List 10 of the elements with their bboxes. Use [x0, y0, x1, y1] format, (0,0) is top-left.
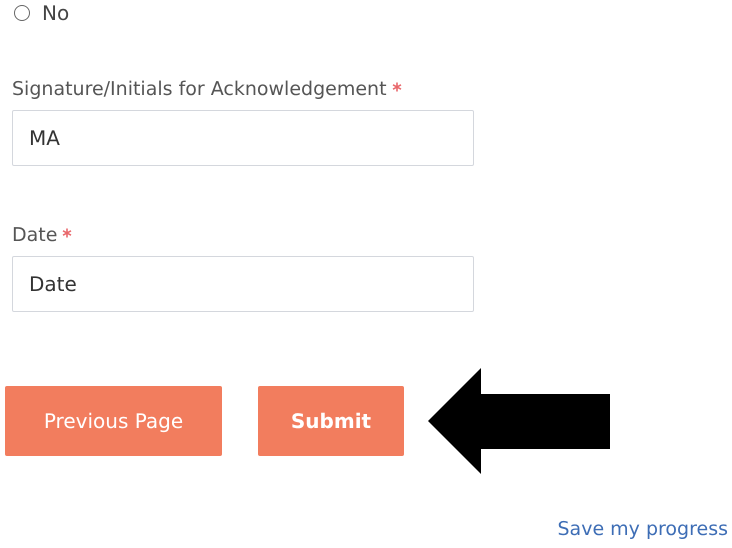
form-button[interactable]: Previous Page	[5, 386, 222, 456]
radio-button[interactable]	[14, 5, 30, 21]
field-label: Signature/Initials for Acknowledgement	[12, 78, 387, 100]
form-button[interactable]: Submit	[258, 386, 404, 456]
input-field[interactable]: MA	[12, 110, 474, 166]
field-label: Date	[12, 224, 58, 246]
radio-label: No	[42, 1, 70, 25]
save-progress-link[interactable]: Save my progress	[558, 518, 728, 540]
arrow-icon	[428, 368, 610, 474]
input-field[interactable]: Date	[12, 256, 474, 312]
